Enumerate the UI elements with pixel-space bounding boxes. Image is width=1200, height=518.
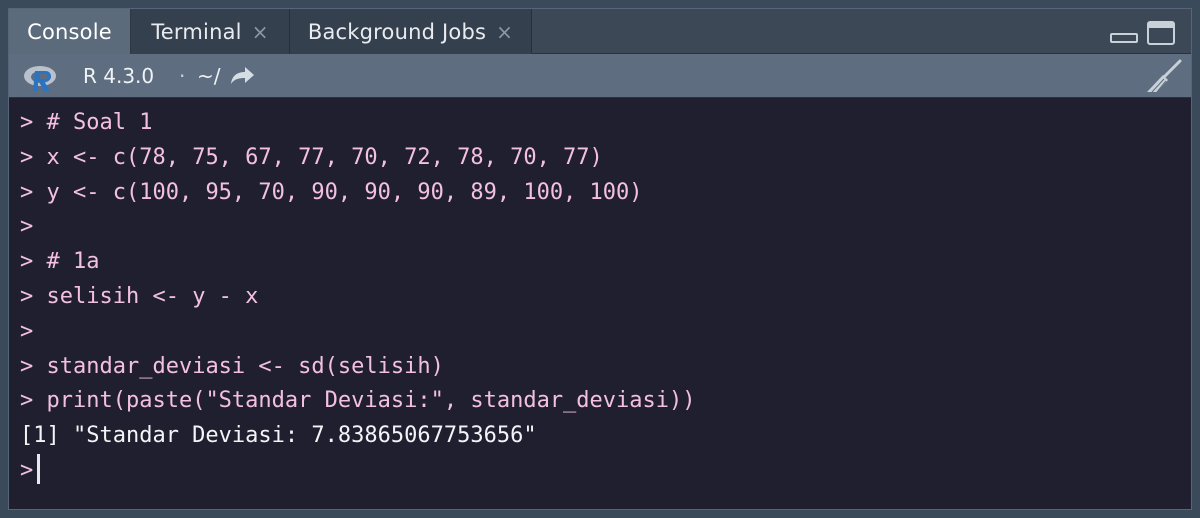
console-pane: Console Terminal × Background Jobs × R 4… [8, 8, 1192, 510]
console-line: [1] "Standar Deviasi: 7.83865067753656" [20, 419, 1191, 454]
console-input: x <- c(78, 75, 67, 77, 70, 72, 78, 70, 7… [46, 144, 603, 170]
console-input: # Soal 1 [46, 110, 153, 135]
console-prompt-line[interactable]: > [20, 453, 1191, 489]
prompt: > [20, 249, 34, 275]
prompt: > [20, 144, 34, 170]
text-cursor [37, 453, 41, 484]
tab-console[interactable]: Console [9, 9, 131, 54]
minimize-pane-icon[interactable] [1110, 33, 1138, 43]
console-input: # 1a [46, 249, 100, 275]
console-input: print(paste("Standar Deviasi:", standar_… [46, 388, 696, 414]
console-input: y <- c(100, 95, 70, 90, 90, 90, 89, 100,… [46, 179, 643, 205]
tab-background-jobs[interactable]: Background Jobs × [290, 9, 532, 54]
r-version-label: R 4.3.0 [83, 64, 155, 88]
console-output-text: [1] "Standar Deviasi: 7.83865067753656" [20, 423, 537, 449]
tab-background-jobs-label: Background Jobs [307, 19, 487, 44]
console-line: > [20, 210, 1191, 245]
console-output[interactable]: > # Soal 1 > x <- c(78, 75, 67, 77, 70, … [9, 98, 1191, 509]
tab-terminal-label: Terminal [151, 19, 242, 44]
console-input: standar_deviasi <- sd(selisih) [46, 353, 444, 379]
prompt: > [20, 457, 34, 483]
prompt: > [20, 318, 34, 344]
close-icon[interactable]: × [252, 20, 269, 44]
prompt: > [20, 388, 34, 414]
goto-directory-icon[interactable] [229, 66, 255, 86]
working-directory[interactable]: ~/ [197, 64, 221, 88]
console-line: > selisih <- y - x [20, 280, 1191, 315]
clear-console-broom-icon[interactable] [1143, 59, 1183, 93]
toolbar-separator: · [179, 64, 186, 88]
console-line: > # 1a [20, 245, 1191, 280]
console-input: selisih <- y - x [46, 283, 259, 309]
close-icon[interactable]: × [496, 20, 513, 44]
console-line: > print(paste("Standar Deviasi:", standa… [20, 384, 1191, 419]
prompt: > [20, 214, 34, 240]
console-line: > standar_deviasi <- sd(selisih) [20, 350, 1191, 385]
tab-terminal[interactable]: Terminal × [131, 9, 290, 54]
console-line: > y <- c(100, 95, 70, 90, 90, 90, 89, 10… [20, 176, 1191, 211]
console-line: > [20, 315, 1191, 350]
maximize-pane-icon[interactable] [1147, 21, 1175, 45]
prompt: > [20, 110, 34, 135]
prompt: > [20, 179, 34, 205]
console-line: > # Soal 1 [20, 106, 1191, 141]
pane-tab-bar: Console Terminal × Background Jobs × [9, 9, 1191, 54]
console-toolbar: R 4.3.0 · ~/ [9, 54, 1191, 98]
prompt: > [20, 283, 34, 309]
console-line: > x <- c(78, 75, 67, 77, 70, 72, 78, 70,… [20, 141, 1191, 176]
r-logo-icon [24, 66, 56, 91]
tab-console-label: Console [27, 19, 112, 44]
prompt: > [20, 353, 34, 379]
